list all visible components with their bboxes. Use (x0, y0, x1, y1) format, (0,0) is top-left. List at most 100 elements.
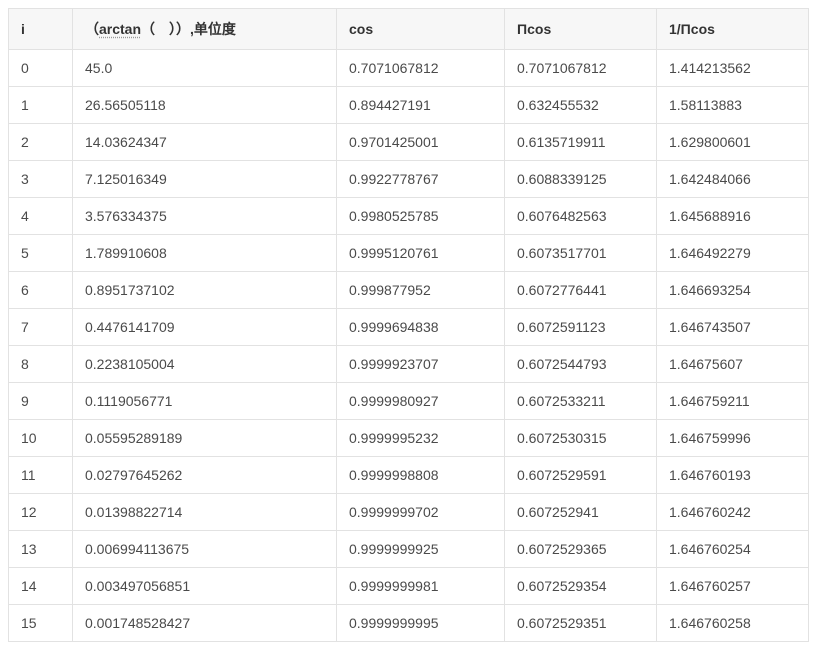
cell-i: 3 (9, 161, 73, 198)
table-row: 110.027976452620.99999988080.60725295911… (9, 457, 809, 494)
cell-i: 7 (9, 309, 73, 346)
cell-inv: 1.414213562 (657, 50, 809, 87)
cell-inv: 1.646760257 (657, 568, 809, 605)
cell-i: 12 (9, 494, 73, 531)
table-header-row: i （arctan（ ））,单位度 cos Πcos 1/Πcos (9, 9, 809, 50)
cell-i: 1 (9, 87, 73, 124)
cell-arctan: 14.03624347 (73, 124, 337, 161)
table-row: 045.00.70710678120.70710678121.414213562 (9, 50, 809, 87)
cell-inv: 1.642484066 (657, 161, 809, 198)
cell-inv: 1.646492279 (657, 235, 809, 272)
table-row: 70.44761417090.99996948380.60725911231.6… (9, 309, 809, 346)
table-row: 214.036243470.97014250010.61357199111.62… (9, 124, 809, 161)
table-row: 150.0017485284270.99999999950.6072529351… (9, 605, 809, 642)
cell-inv: 1.646760258 (657, 605, 809, 642)
cell-arctan: 7.125016349 (73, 161, 337, 198)
cell-i: 13 (9, 531, 73, 568)
table-row: 130.0069941136750.99999999250.6072529365… (9, 531, 809, 568)
cell-cos: 0.9701425001 (337, 124, 505, 161)
table-row: 60.89517371020.9998779520.60727764411.64… (9, 272, 809, 309)
table-row: 90.11190567710.99999809270.60725332111.6… (9, 383, 809, 420)
col-header-arctan: （arctan（ ））,单位度 (73, 9, 337, 50)
cell-pcos: 0.6072530315 (505, 420, 657, 457)
cell-inv: 1.646760242 (657, 494, 809, 531)
cell-inv: 1.58113883 (657, 87, 809, 124)
cell-arctan: 0.01398822714 (73, 494, 337, 531)
cordic-table: i （arctan（ ））,单位度 cos Πcos 1/Πcos 045.00… (8, 8, 809, 642)
cell-arctan: 0.4476141709 (73, 309, 337, 346)
cell-i: 10 (9, 420, 73, 457)
cell-i: 5 (9, 235, 73, 272)
cell-cos: 0.9999999995 (337, 605, 505, 642)
cell-pcos: 0.607252941 (505, 494, 657, 531)
cell-inv: 1.646760193 (657, 457, 809, 494)
cell-pcos: 0.6088339125 (505, 161, 657, 198)
cell-inv: 1.646760254 (657, 531, 809, 568)
cell-arctan: 0.1119056771 (73, 383, 337, 420)
cell-pcos: 0.6072533211 (505, 383, 657, 420)
cell-arctan: 45.0 (73, 50, 337, 87)
cell-cos: 0.9999923707 (337, 346, 505, 383)
cell-pcos: 0.6072591123 (505, 309, 657, 346)
cell-inv: 1.646743507 (657, 309, 809, 346)
cell-arctan: 26.56505118 (73, 87, 337, 124)
cell-pcos: 0.632455532 (505, 87, 657, 124)
table-row: 140.0034970568510.99999999810.6072529354… (9, 568, 809, 605)
cell-cos: 0.9999999981 (337, 568, 505, 605)
col-header-arctan-pre: （ (85, 21, 99, 37)
cell-inv: 1.646693254 (657, 272, 809, 309)
cell-arctan: 0.001748528427 (73, 605, 337, 642)
cell-arctan: 0.2238105004 (73, 346, 337, 383)
cell-cos: 0.9995120761 (337, 235, 505, 272)
col-header-arctan-post: （ ））,单位度 (141, 21, 236, 37)
cell-cos: 0.9999995232 (337, 420, 505, 457)
cell-inv: 1.645688916 (657, 198, 809, 235)
cell-cos: 0.9999999925 (337, 531, 505, 568)
cell-i: 11 (9, 457, 73, 494)
cell-pcos: 0.6072776441 (505, 272, 657, 309)
cell-pcos: 0.7071067812 (505, 50, 657, 87)
cell-i: 4 (9, 198, 73, 235)
cell-cos: 0.9999694838 (337, 309, 505, 346)
cell-arctan: 0.8951737102 (73, 272, 337, 309)
cell-pcos: 0.6076482563 (505, 198, 657, 235)
table-row: 126.565051180.8944271910.6324555321.5811… (9, 87, 809, 124)
cell-arctan: 0.006994113675 (73, 531, 337, 568)
cell-arctan: 1.789910608 (73, 235, 337, 272)
cell-inv: 1.64675607 (657, 346, 809, 383)
cell-arctan: 3.576334375 (73, 198, 337, 235)
table-row: 51.7899106080.99951207610.60735177011.64… (9, 235, 809, 272)
table-row: 120.013988227140.99999997020.6072529411.… (9, 494, 809, 531)
col-header-pcos: Πcos (505, 9, 657, 50)
cell-inv: 1.646759211 (657, 383, 809, 420)
col-header-inv-pcos: 1/Πcos (657, 9, 809, 50)
cell-i: 0 (9, 50, 73, 87)
cell-i: 8 (9, 346, 73, 383)
col-header-arctan-func: arctan (99, 21, 141, 37)
cell-pcos: 0.6135719911 (505, 124, 657, 161)
cell-arctan: 0.003497056851 (73, 568, 337, 605)
cell-i: 15 (9, 605, 73, 642)
table-row: 100.055952891890.99999952320.60725303151… (9, 420, 809, 457)
col-header-i: i (9, 9, 73, 50)
cell-cos: 0.9999980927 (337, 383, 505, 420)
col-header-cos: cos (337, 9, 505, 50)
cell-cos: 0.9980525785 (337, 198, 505, 235)
cell-cos: 0.9922778767 (337, 161, 505, 198)
cell-cos: 0.9999998808 (337, 457, 505, 494)
cell-i: 9 (9, 383, 73, 420)
cell-cos: 0.894427191 (337, 87, 505, 124)
cell-cos: 0.999877952 (337, 272, 505, 309)
cell-inv: 1.629800601 (657, 124, 809, 161)
table-row: 80.22381050040.99999237070.60725447931.6… (9, 346, 809, 383)
cell-i: 14 (9, 568, 73, 605)
table-row: 37.1250163490.99227787670.60883391251.64… (9, 161, 809, 198)
cell-pcos: 0.6072544793 (505, 346, 657, 383)
cell-pcos: 0.6073517701 (505, 235, 657, 272)
cell-i: 2 (9, 124, 73, 161)
cell-inv: 1.646759996 (657, 420, 809, 457)
cell-cos: 0.7071067812 (337, 50, 505, 87)
cell-pcos: 0.6072529351 (505, 605, 657, 642)
cell-pcos: 0.6072529591 (505, 457, 657, 494)
table-body: 045.00.70710678120.70710678121.414213562… (9, 50, 809, 642)
